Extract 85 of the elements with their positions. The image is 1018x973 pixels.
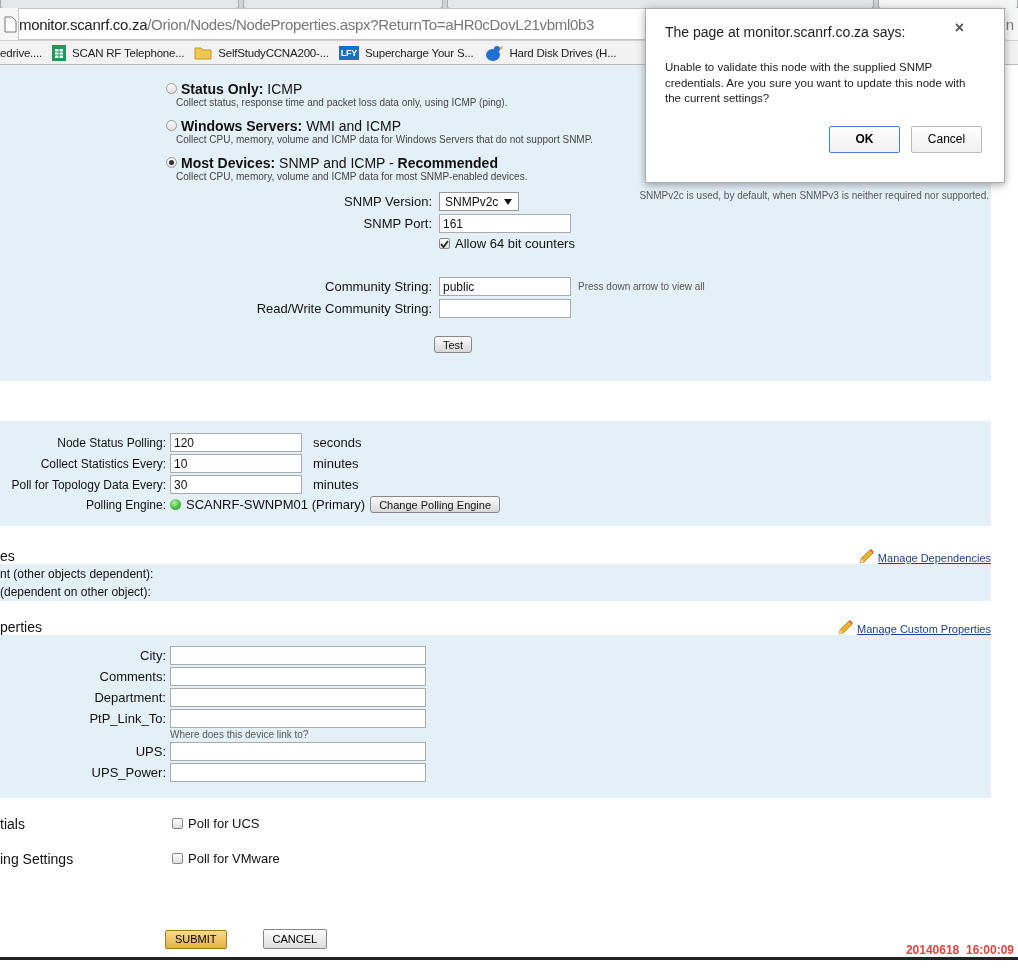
ok-button[interactable]: OK xyxy=(829,125,900,153)
field-label: PtP_Link_To: xyxy=(88,711,166,726)
bookmark[interactable]: Hard Disk Drives (H... xyxy=(509,46,617,59)
bird-icon xyxy=(483,43,504,62)
interval-field[interactable]: 10 xyxy=(170,454,302,473)
logo-badge: LFY xyxy=(338,45,360,60)
submit-button[interactable]: SUBMIT xyxy=(165,929,227,949)
engine-name: SCANRF-SWNPM01 (Primary) xyxy=(186,497,366,512)
community-field[interactable]: public xyxy=(439,277,571,296)
timestamp: 20140618 16:00:09 xyxy=(905,943,1014,957)
option-description: Collect status, response time and packet loss data only, using ICMP (ping). xyxy=(176,97,508,108)
field-label: Node Status Polling: xyxy=(56,435,166,450)
dropdown-value: SNMPv2c xyxy=(445,194,499,209)
pencil-icon xyxy=(836,620,854,635)
text-field[interactable] xyxy=(170,709,426,728)
text-field[interactable] xyxy=(170,667,426,686)
field-label: City: xyxy=(139,648,166,663)
field-label: SNMP Version: xyxy=(343,194,432,209)
unit-label: minutes xyxy=(312,456,360,471)
status-dot xyxy=(170,499,181,510)
field-label: Comments: xyxy=(98,669,166,684)
interval-field[interactable]: 30 xyxy=(170,475,302,494)
radio-button[interactable] xyxy=(166,120,177,131)
bookmark[interactable]: edrive.... xyxy=(0,46,43,59)
port-field[interactable]: 161 xyxy=(439,214,571,233)
field-label: Community String: xyxy=(324,279,432,294)
field-label: Department: xyxy=(93,690,166,705)
manage-custom-properties-link[interactable]: Manage Custom Properties xyxy=(857,623,991,635)
option-description: Collect CPU, memory, volume and ICMP data for Windows Servers that do not support SNMP. xyxy=(176,134,593,145)
address-text: n xyxy=(1005,15,1014,33)
bookmark[interactable]: SelfStudyCCNA200-... xyxy=(218,46,329,59)
field-label: Poll for Topology Data Every: xyxy=(10,477,166,492)
checkbox[interactable] xyxy=(439,238,450,249)
section-heading: perties xyxy=(0,619,43,635)
checkbox-label: Poll for UCS xyxy=(188,816,260,831)
dialog-title: The page at monitor.scanrf.co.za says: xyxy=(665,24,906,40)
section-heading: ing Settings xyxy=(0,850,75,867)
field-label: nt (other objects dependent): xyxy=(0,567,155,583)
cancel-button[interactable]: Cancel xyxy=(911,125,982,153)
community-field[interactable] xyxy=(439,299,571,318)
interval-field[interactable]: 120 xyxy=(170,433,302,452)
field-label: Collect Statistics Every: xyxy=(39,456,166,471)
option-description: Collect CPU, memory, volume and ICMP data for most SNMP-enabled devices. xyxy=(176,171,528,182)
unit-label: minutes xyxy=(312,477,360,492)
dropdown-arrow-icon xyxy=(504,198,512,205)
section-heading: es xyxy=(0,548,15,564)
unit-label: seconds xyxy=(312,435,363,450)
checkbox[interactable] xyxy=(172,818,183,829)
radio-button[interactable] xyxy=(166,157,177,168)
option-label: Windows Servers: WMI and ICMP xyxy=(181,117,402,134)
bookmark[interactable]: SCAN RF Telephone... xyxy=(72,46,185,59)
field-label: UPS: xyxy=(134,744,166,759)
field-label: Polling Engine: xyxy=(84,497,166,512)
option-label: Status Only: ICMP xyxy=(181,80,303,97)
field-label: (dependent on other object): xyxy=(0,585,152,601)
checkmark-icon xyxy=(440,239,449,248)
field-hint: Where does this device link to? xyxy=(170,729,310,740)
change-engine-button[interactable]: Change Polling Engine xyxy=(370,496,501,513)
text-field[interactable] xyxy=(170,688,426,707)
checkbox-label: Poll for VMware xyxy=(188,851,280,866)
pencil-icon xyxy=(856,549,874,564)
version-dropdown[interactable]: SNMPv2c xyxy=(439,192,519,211)
dialog-message: Unable to validate this node with the supplied SNMP credentials. Are you sure you want to update this node with the current settings? xyxy=(665,60,967,106)
field-label: UPS_Power: xyxy=(90,765,166,780)
version-note: SNMPv2c is used, by default, when SNMPv3 is neither required nor supported. xyxy=(639,190,989,201)
cancel-button[interactable]: CANCEL xyxy=(262,929,328,949)
test-button[interactable]: Test xyxy=(434,336,473,353)
field-hint: Press down arrow to view all xyxy=(578,281,706,292)
browser-tab[interactable] xyxy=(446,0,874,8)
browser-tab[interactable] xyxy=(877,0,1018,8)
text-field[interactable] xyxy=(170,742,426,761)
radio-button[interactable] xyxy=(166,83,177,94)
field-label: SNMP Port: xyxy=(362,216,432,231)
spreadsheet-icon xyxy=(52,44,67,61)
text-field[interactable] xyxy=(170,646,426,665)
folder-icon xyxy=(194,45,213,60)
manage-dependencies-link[interactable]: Manage Dependencies xyxy=(877,552,991,564)
close-button[interactable]: × xyxy=(924,14,995,41)
section-heading: tials xyxy=(0,815,26,832)
bookmark[interactable]: Supercharge Your S... xyxy=(365,46,474,59)
checkbox[interactable] xyxy=(172,853,183,864)
field-label: Read/Write Community String: xyxy=(255,301,432,316)
text-field[interactable] xyxy=(170,763,426,782)
checkbox-label: Allow 64 bit counters xyxy=(455,236,575,251)
option-label: Most Devices: SNMP and ICMP - Recommended xyxy=(181,154,498,171)
